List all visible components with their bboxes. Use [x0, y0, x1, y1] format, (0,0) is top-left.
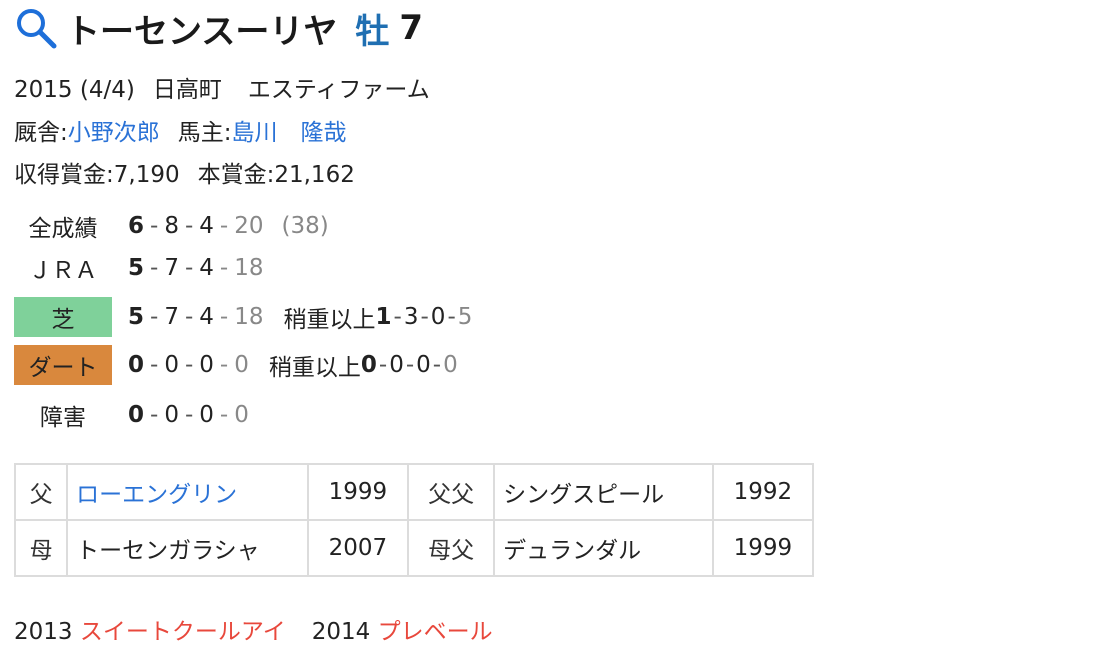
record-values: 5-7-4-18 — [128, 304, 264, 330]
wins: 5 — [128, 255, 145, 281]
sire-sire-year: 1992 — [711, 463, 815, 521]
cond-thirds: 0 — [430, 304, 446, 330]
pedigree-row-sire: 父 ローエングリン 1999 父父 シングスピール 1992 — [13, 463, 815, 521]
thirds: 4 — [199, 213, 214, 239]
condition-label: 稍重以上 — [283, 307, 376, 333]
sibling-year: 2013 — [14, 619, 73, 645]
horse-name: トーセンスーリヤ — [66, 11, 338, 52]
thirds: 4 — [199, 255, 214, 281]
wins: 5 — [128, 304, 145, 330]
record-row-jra: ＪＲＡ 5-7-4-18 — [14, 246, 264, 290]
turf-badge: 芝 — [14, 297, 112, 337]
earnings-label: 収得賞金: — [14, 162, 114, 188]
sire-year: 1999 — [306, 463, 409, 521]
cond-seconds: 0 — [389, 352, 404, 378]
sire-label: 父 — [13, 463, 69, 521]
thirds: 0 — [199, 402, 214, 428]
record-values: 5-7-4-18 — [128, 255, 264, 281]
record-row-turf: 芝 5-7-4-18 稍重以上 1-3-0-5 — [14, 295, 472, 339]
condition-label: 稍重以上 — [268, 355, 361, 381]
condition-record: 稍重以上 1-3-0-5 — [284, 300, 473, 334]
seconds: 0 — [164, 402, 179, 428]
dirt-badge: ダート — [14, 345, 112, 385]
cond-thirds: 0 — [416, 352, 431, 378]
cond-others: 0 — [443, 352, 458, 378]
wins: 6 — [128, 213, 145, 239]
cond-wins: 0 — [360, 352, 377, 378]
thirds: 0 — [199, 352, 214, 378]
sibling-link[interactable]: スイートクールアイ — [80, 619, 286, 645]
record-values: 6-8-4-20 (38) — [128, 213, 329, 239]
dam-year: 2007 — [306, 519, 409, 577]
page-title: トーセンスーリヤ 牡 7 — [14, 4, 423, 52]
search-icon[interactable] — [14, 6, 58, 50]
sibling-link[interactable]: プレベール — [378, 619, 493, 645]
owner-link[interactable]: 島川 隆哉 — [232, 120, 347, 146]
dam-sire-name: デュランダル — [493, 519, 714, 577]
sibling-year: 2014 — [311, 619, 371, 645]
horse-age: 7 — [399, 8, 423, 48]
trainer-label: 厩舎: — [14, 120, 68, 146]
record-label: 全成績 — [28, 216, 98, 242]
sire-sire-label: 父父 — [406, 463, 496, 521]
trainer-link[interactable]: 小野次郎 — [68, 120, 160, 146]
dam-label: 母 — [13, 519, 69, 577]
owner-label: 馬主: — [177, 120, 232, 146]
wins: 0 — [128, 352, 145, 378]
others: 0 — [234, 402, 249, 428]
wins: 0 — [128, 402, 145, 428]
record-values: 0-0-0-0 — [128, 402, 249, 428]
record-row-jump: 障害 0-0-0-0 — [14, 393, 249, 437]
others: 0 — [234, 352, 249, 378]
main-prize-value: 21,162 — [274, 162, 355, 188]
pedigree-row-dam: 母 トーセンガラシャ 2007 母父 デュランダル 1999 — [13, 519, 815, 577]
others: 18 — [234, 304, 264, 330]
others: 20 — [234, 213, 264, 239]
sire-link[interactable]: ローエングリン — [76, 482, 237, 508]
seconds: 0 — [164, 352, 179, 378]
condition-record: 稍重以上 0-0-0-0 — [269, 348, 458, 382]
birthplace: 日高町 — [152, 77, 222, 103]
earnings-value: 7,190 — [113, 162, 180, 188]
others: 18 — [234, 255, 264, 281]
total-races: (38) — [281, 213, 329, 239]
cond-wins: 1 — [375, 304, 392, 330]
cond-others: 5 — [457, 304, 473, 330]
record-values: 0-0-0-0 — [128, 352, 249, 378]
sire-cell: ローエングリン — [66, 463, 309, 521]
thirds: 4 — [199, 304, 214, 330]
seconds: 7 — [164, 255, 179, 281]
cond-seconds: 3 — [403, 304, 419, 330]
birth-info: 2015 (4/4) 日高町 エスティファーム — [14, 70, 430, 104]
seconds: 7 — [164, 304, 179, 330]
dam-name: トーセンガラシャ — [66, 519, 309, 577]
sibling-list: 2013 スイートクールアイ 2014 プレベール — [14, 612, 493, 646]
sire-sire-name: シングスピール — [493, 463, 714, 521]
connections: 厩舎:小野次郎 馬主:島川 隆哉 — [14, 113, 347, 147]
record-row-overall: 全成績 6-8-4-20 (38) — [14, 204, 329, 248]
birth-date: 2015 (4/4) — [14, 77, 135, 103]
record-row-dirt: ダート 0-0-0-0 稍重以上 0-0-0-0 — [14, 343, 458, 387]
dam-sire-year: 1999 — [711, 519, 815, 577]
dam-sire-label: 母父 — [406, 519, 496, 577]
record-label: 障害 — [40, 405, 86, 431]
horse-sex: 牡 — [355, 11, 390, 52]
main-prize-label: 本賞金: — [197, 162, 275, 188]
breeder: エスティファーム — [247, 77, 430, 103]
prize-info: 収得賞金:7,190 本賞金:21,162 — [14, 155, 355, 189]
record-label: ＪＲＡ — [28, 258, 98, 284]
pedigree-table: 父 ローエングリン 1999 父父 シングスピール 1992 母 トーセンガラシ… — [13, 463, 815, 577]
seconds: 8 — [164, 213, 179, 239]
